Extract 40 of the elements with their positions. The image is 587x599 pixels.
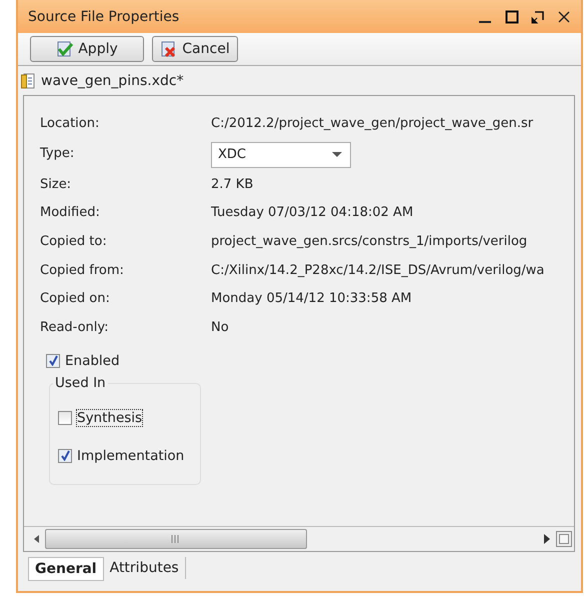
- checkmark-icon: [56, 41, 74, 57]
- tab[interactable]: Attributes: [104, 557, 186, 579]
- right-arrow-icon: [544, 534, 550, 544]
- property-label: Location:: [40, 115, 100, 133]
- property-label: Size:: [40, 176, 72, 194]
- checkbox-label: Implementation: [77, 448, 184, 464]
- checkbox-label: Enabled: [65, 352, 120, 369]
- checkbox[interactable]: [46, 354, 60, 368]
- maximize-button[interactable]: [505, 10, 519, 24]
- property-label: Copied from:: [40, 262, 125, 280]
- file-icon: [21, 72, 35, 88]
- property-value: 2.7 KB: [211, 176, 254, 194]
- property-value: Monday 05/14/12 10:33:58 AM: [211, 290, 413, 308]
- file-name: wave_gen_pins.xdc*: [41, 72, 184, 88]
- tab[interactable]: General: [28, 557, 104, 581]
- property-value: No: [211, 319, 230, 338]
- type-dropdown[interactable]: XDC: [211, 142, 351, 168]
- scrollbar-thumb[interactable]: [45, 529, 307, 549]
- property-label: Modified:: [40, 204, 101, 222]
- property-label: Copied to:: [40, 233, 108, 252]
- horizontal-scrollbar[interactable]: [24, 526, 574, 551]
- property-label: Read-only:: [40, 319, 110, 338]
- property-label: Type:: [40, 145, 76, 164]
- property-value: project_wave_gen.srcs/constrs_1/imports/verilog: [211, 233, 528, 252]
- checkbox[interactable]: [58, 410, 72, 425]
- property-value: C:/Xilinx/14.2_P28xc/14.2/ISE_DS/Avrum/verilog/wa: [211, 262, 546, 280]
- float-button[interactable]: [531, 10, 545, 24]
- cancel-button[interactable]: Cancel: [152, 36, 238, 62]
- window-title: Source File Properties: [28, 8, 180, 24]
- property-value: C:/2012.2/project_wave_gen/project_wave_gen.sr: [211, 115, 534, 133]
- left-arrow-icon: [34, 535, 39, 543]
- caret-icon: [332, 152, 342, 158]
- checkbox-label: Synthesis: [77, 410, 142, 426]
- apply-button[interactable]: Apply: [30, 36, 144, 62]
- checkbox[interactable]: [58, 448, 72, 463]
- minimize-button[interactable]: [479, 20, 491, 22]
- close-button[interactable]: [557, 10, 571, 24]
- corner-icon: [556, 531, 572, 547]
- property-value: Tuesday 07/03/12 04:18:02 AM: [211, 204, 414, 222]
- property-label: Copied on:: [40, 290, 111, 308]
